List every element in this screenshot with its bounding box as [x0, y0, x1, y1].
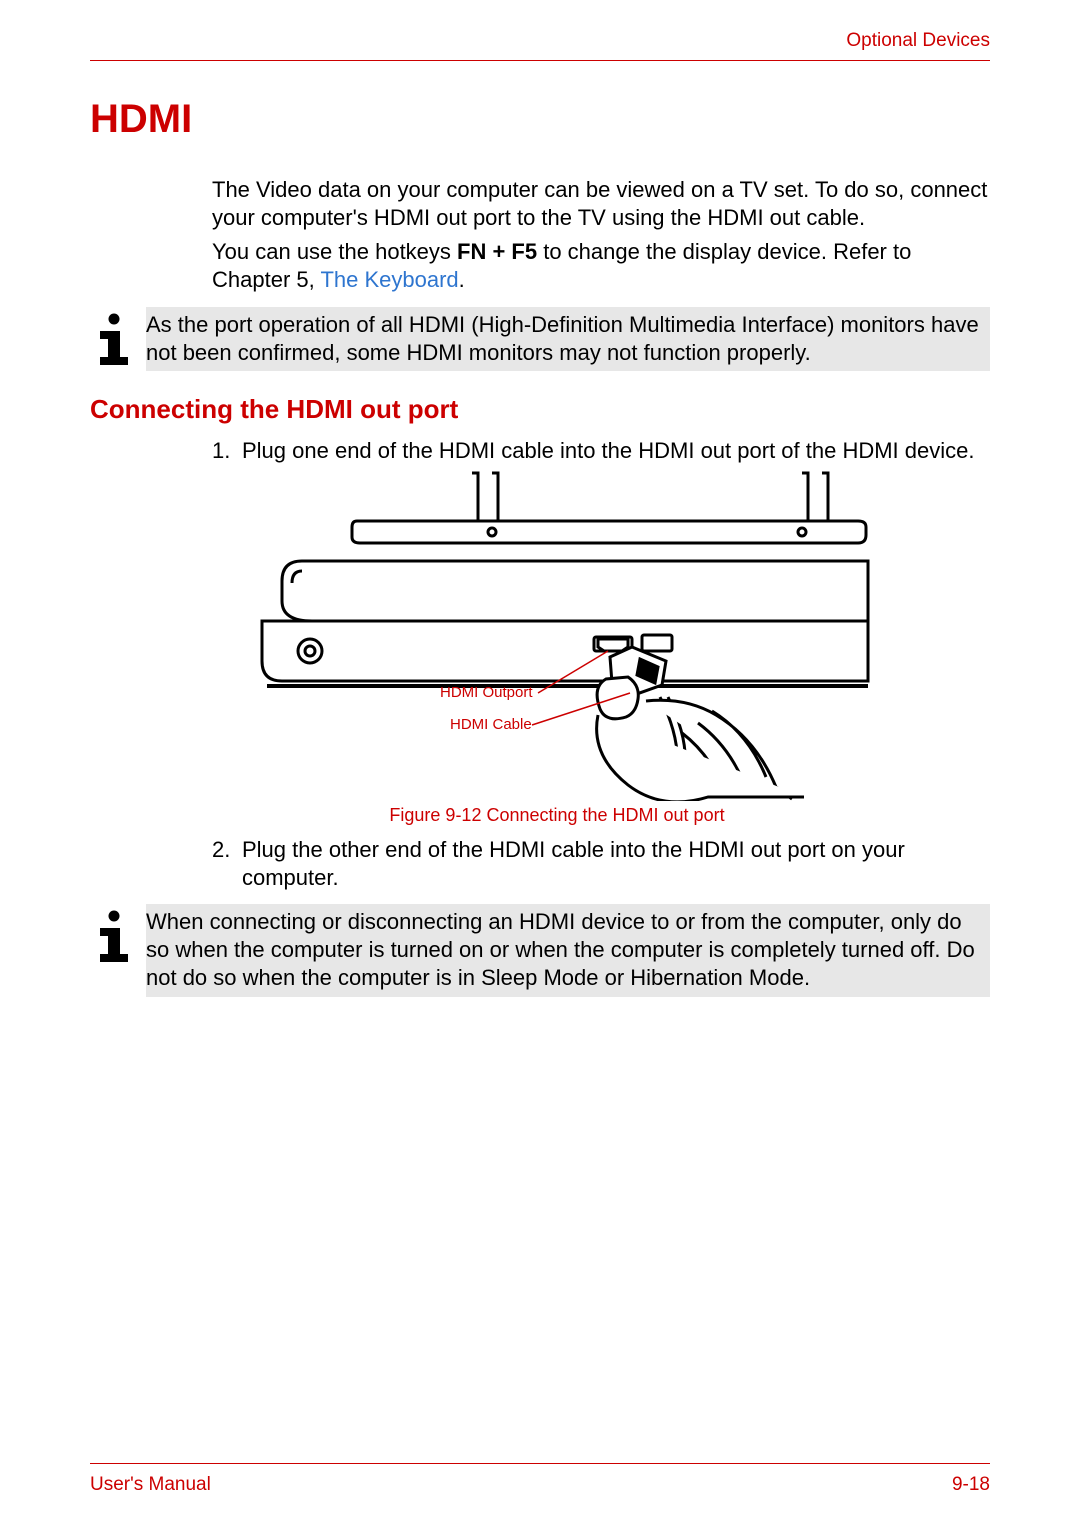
header-rule — [90, 60, 990, 61]
figure-hdmi: HDMI Outport HDMI Cable — [242, 471, 990, 801]
intro-p1: The Video data on your computer can be v… — [212, 176, 990, 232]
note-1: As the port operation of all HDMI (High-… — [90, 307, 990, 376]
note-1-text: As the port operation of all HDMI (High-… — [146, 307, 990, 371]
info-icon — [90, 307, 146, 376]
footer-left: User's Manual — [90, 1474, 211, 1496]
step-2: 2. Plug the other end of the HDMI cable … — [212, 836, 990, 892]
step-1: 1. Plug one end of the HDMI cable into t… — [212, 437, 990, 465]
page-header-section: Optional Devices — [90, 30, 990, 60]
figure-label-cable: HDMI Cable — [450, 716, 532, 733]
note-2: When connecting or disconnecting an HDMI… — [90, 904, 990, 996]
intro-p2: You can use the hotkeys FN + F5 to chang… — [212, 238, 990, 294]
subheading: Connecting the HDMI out port — [90, 394, 990, 425]
step-list: 1. Plug one end of the HDMI cable into t… — [212, 437, 990, 465]
info-icon — [90, 904, 146, 973]
page-footer: User's Manual 9-18 — [90, 1463, 990, 1496]
section-title: HDMI — [90, 97, 990, 142]
footer-right: 9-18 — [952, 1474, 990, 1496]
figure-caption: Figure 9-12 Connecting the HDMI out port — [242, 805, 872, 826]
step-list-2: 2. Plug the other end of the HDMI cable … — [212, 836, 990, 892]
keyboard-xref-link[interactable]: The Keyboard — [320, 267, 458, 292]
figure-label-outport: HDMI Outport — [440, 684, 533, 701]
intro-block: The Video data on your computer can be v… — [212, 176, 990, 295]
note-2-text: When connecting or disconnecting an HDMI… — [146, 904, 990, 996]
